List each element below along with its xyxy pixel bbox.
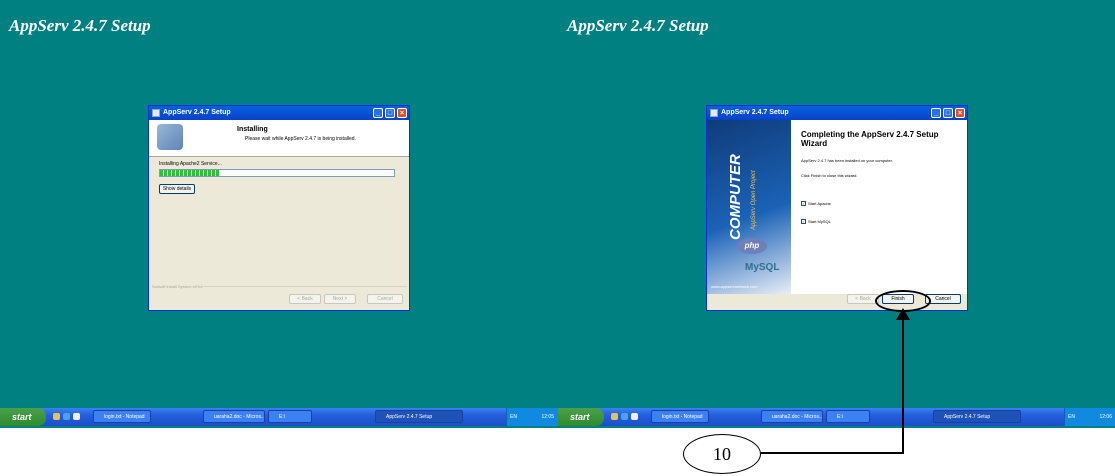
start-mysql-label: Start MySQL bbox=[808, 219, 831, 224]
left-desktop-screen: AppServ 2.4.7 Setup AppServ 2.4.7 Setup … bbox=[0, 0, 558, 428]
banner-url: www.appservnetwork.com bbox=[711, 284, 758, 289]
header-subtitle: Please wait while AppServ 2.4.7 is being… bbox=[245, 136, 356, 142]
installing-dialog: AppServ 2.4.7 Setup _ □ × Installing Ple… bbox=[148, 105, 410, 311]
checkmark-icon[interactable]: ✓ bbox=[801, 201, 806, 206]
header-title: Installing bbox=[237, 126, 268, 133]
taskbar-item-word[interactable]: uaraha2.doc - Micros... bbox=[203, 410, 265, 423]
taskbar: start login.txt - Notepad uaraha2.doc - … bbox=[0, 408, 558, 426]
close-icon[interactable]: × bbox=[397, 108, 407, 118]
finish-instruction: Click Finish to close this wizard. bbox=[801, 173, 858, 178]
taskbar-item-explorer[interactable]: E:\ bbox=[826, 410, 870, 423]
progress-fill bbox=[160, 170, 219, 176]
dialog-title: AppServ 2.4.7 Setup bbox=[721, 109, 789, 116]
start-button[interactable]: start bbox=[0, 408, 46, 426]
cancel-button[interactable]: Cancel bbox=[367, 294, 403, 304]
quicklaunch-explorer-icon[interactable] bbox=[73, 413, 80, 420]
install-progress-bar bbox=[159, 169, 395, 177]
quicklaunch-desktop-icon[interactable] bbox=[611, 413, 618, 420]
tray-clock: 12:05 bbox=[541, 414, 554, 420]
quicklaunch-ie-icon[interactable] bbox=[63, 413, 70, 420]
close-icon[interactable]: × bbox=[955, 108, 965, 118]
maximize-icon[interactable]: □ bbox=[385, 108, 395, 118]
desktop-title: AppServ 2.4.7 Setup bbox=[9, 16, 151, 35]
appserv-banner: COMPUTER AppServ Open Project php MySQL … bbox=[707, 120, 791, 294]
taskbar-item-notepad[interactable]: login.txt - Notepad bbox=[651, 410, 709, 423]
installer-icon bbox=[157, 124, 183, 150]
maximize-icon[interactable]: □ bbox=[943, 108, 953, 118]
banner-subtext: AppServ Open Project bbox=[751, 170, 757, 230]
minimize-icon[interactable]: _ bbox=[373, 108, 383, 118]
quicklaunch-explorer-icon[interactable] bbox=[631, 413, 638, 420]
dialog-titlebar[interactable]: AppServ 2.4.7 Setup _ □ × bbox=[149, 106, 409, 120]
wizard-content: Completing the AppServ 2.4.7 Setup Wizar… bbox=[791, 120, 967, 294]
mysql-logo: MySQL bbox=[745, 262, 780, 273]
dialog-title: AppServ 2.4.7 Setup bbox=[163, 109, 231, 116]
php-logo: php bbox=[737, 238, 767, 254]
show-details-button[interactable]: Show details bbox=[159, 184, 195, 194]
wizard-heading: Completing the AppServ 2.4.7 Setup Wizar… bbox=[801, 130, 939, 148]
taskbar-item-notepad[interactable]: login.txt - Notepad bbox=[93, 410, 151, 423]
app-icon bbox=[710, 109, 718, 117]
tray-language[interactable]: EN bbox=[510, 408, 517, 426]
taskbar-item-setup[interactable]: AppServ 2.4.7 Setup bbox=[375, 410, 463, 423]
taskbar-item-word[interactable]: uaraha2.doc - Micros... bbox=[761, 410, 823, 423]
banner-text: COMPUTER bbox=[727, 154, 744, 240]
system-tray: EN 12:05 bbox=[506, 408, 558, 426]
minimize-icon[interactable]: _ bbox=[931, 108, 941, 118]
next-button[interactable]: Next > bbox=[324, 294, 356, 304]
dialog-titlebar[interactable]: AppServ 2.4.7 Setup _ □ × bbox=[707, 106, 967, 120]
checkmark-icon[interactable]: ✓ bbox=[801, 219, 806, 224]
right-desktop-screen: AppServ 2.4.7 Setup AppServ 2.4.7 Setup … bbox=[558, 0, 1115, 428]
taskbar-item-explorer[interactable]: E:\ bbox=[268, 410, 312, 423]
tray-language[interactable]: EN bbox=[1068, 408, 1075, 426]
system-tray: EN 12:06 bbox=[1064, 408, 1115, 426]
callout-vertical-line bbox=[902, 318, 904, 454]
taskbar: start login.txt - Notepad uaraha2.doc - … bbox=[558, 408, 1115, 426]
start-button[interactable]: start bbox=[558, 408, 604, 426]
tray-clock: 12:06 bbox=[1099, 414, 1112, 420]
start-apache-checkbox[interactable]: ✓ Start Apache bbox=[801, 201, 831, 206]
completing-dialog: AppServ 2.4.7 Setup _ □ × COMPUTER AppSe… bbox=[706, 105, 968, 311]
quicklaunch-desktop-icon[interactable] bbox=[53, 413, 60, 420]
installed-message: AppServ 2.4.7 has been installed on your… bbox=[801, 158, 893, 163]
step-number-callout: 10 bbox=[683, 434, 761, 474]
start-apache-label: Start Apache bbox=[808, 201, 831, 206]
taskbar-item-setup[interactable]: AppServ 2.4.7 Setup bbox=[933, 410, 1021, 423]
desktop-title: AppServ 2.4.7 Setup bbox=[567, 16, 709, 35]
separator bbox=[189, 286, 407, 287]
start-mysql-checkbox[interactable]: ✓ Start MySQL bbox=[801, 219, 831, 224]
quicklaunch-ie-icon[interactable] bbox=[621, 413, 628, 420]
back-button[interactable]: < Back bbox=[289, 294, 321, 304]
dialog-header: Installing Please wait while AppServ 2.4… bbox=[149, 120, 409, 157]
install-status-text: Installing Apache2 Service... bbox=[159, 161, 222, 167]
callout-horizontal-line bbox=[761, 452, 904, 454]
app-icon bbox=[152, 109, 160, 117]
